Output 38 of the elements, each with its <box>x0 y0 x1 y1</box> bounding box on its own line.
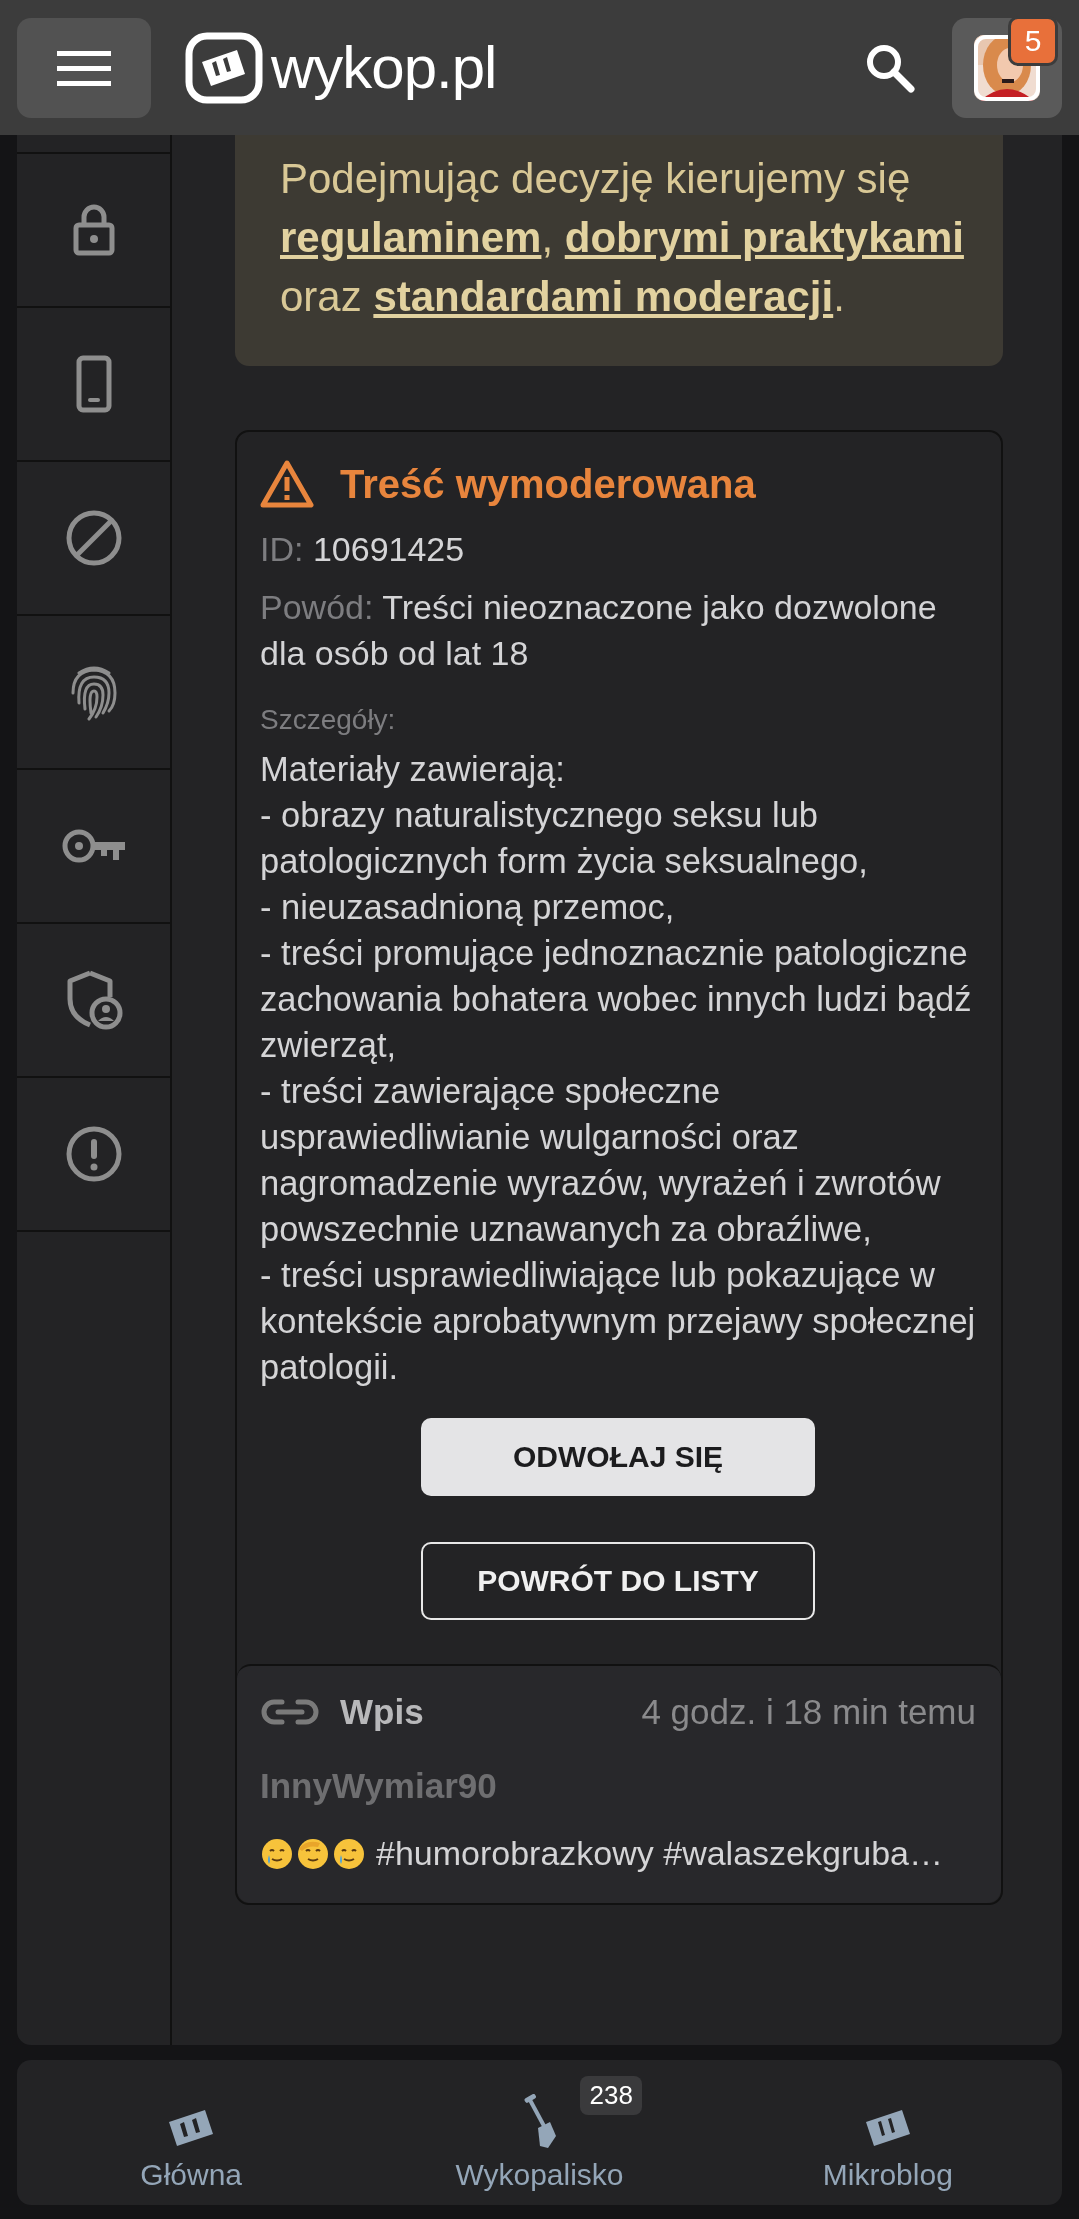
back-button[interactable]: POWRÓT DO LISTY <box>421 1542 815 1620</box>
block-icon <box>64 509 123 567</box>
smiling-face-icon <box>260 1836 294 1871</box>
notification-badge: 5 <box>1008 15 1058 66</box>
entry-card[interactable]: Wpis 4 godz. i 18 min temu InnyWymiar90 #humorobrazkowy #walaszekgruba… <box>237 1664 1001 1903</box>
details-text: - nieuzasadnioną przemoc, <box>260 887 676 928</box>
nav-item[interactable]: Mikroblog <box>737 2073 1038 2192</box>
entry-type: Wpis <box>340 1692 424 1732</box>
details-text: - treści zawierające społeczne usprawiedliwianie wulgarności oraz nagromadzenie wyrazów, wyrażeń i zwrotów powszechnie uznawanych za obraźliwe, <box>260 1071 942 1250</box>
nav-item[interactable]: Główna <box>41 2073 342 2192</box>
entry-time: 4 godz. i 18 min temu <box>641 1692 976 1732</box>
smiling-face-icon <box>332 1836 366 1871</box>
link[interactable]: regulaminem <box>280 214 542 261</box>
details-text: - obrazy naturalistycznego seksu lub patologicznych form życia seksualnego, <box>260 795 869 882</box>
entry-text: #humorobrazkowy #walaszekgruba… <box>376 1834 943 1873</box>
id-line: ID: 10691425 <box>260 529 466 570</box>
details-text: - treści usprawiedliwiające lub pokazujące w kontekście aprobatywnym przejawy społecznej patologii. <box>260 1255 976 1388</box>
details-label: Szczegóły: <box>260 703 397 737</box>
warning-icon <box>260 459 314 509</box>
moderation-note: Podejmując decyzję kierujemy się regulaminem, dobrymi praktykami oraz standardami moderacji. <box>235 135 1003 366</box>
details-text: - treści promujące jednoznacznie patologiczne zachowania bohatera wobec innych ludzi bądź zwierząt, <box>260 933 973 1066</box>
saluting-face-icon <box>296 1836 330 1871</box>
count-badge: 238 <box>580 2075 642 2115</box>
logo-text: wykop.pl <box>271 33 497 102</box>
link[interactable]: standardami moderacji <box>373 273 834 320</box>
logo-icon <box>185 31 263 104</box>
phone-icon <box>74 355 113 413</box>
nav-label: Wykopalisko <box>455 2157 624 2192</box>
card-title: Treść wymoderowana <box>340 461 756 507</box>
link[interactable]: dobrymi praktykami <box>564 214 964 261</box>
menu-button[interactable] <box>17 17 151 118</box>
nav-item[interactable]: 238 Wykopalisko <box>389 2073 690 2192</box>
details-text: Materiały zawierają: <box>260 749 566 790</box>
alert-icon <box>64 1125 123 1183</box>
nav-label: Główna <box>140 2157 242 2192</box>
reason-text: Powód: Treści nieoznaczone jako dozwolone dla osób od lat 18 <box>260 587 938 674</box>
nav-label: Mikroblog <box>822 2157 953 2192</box>
appeal-button[interactable]: ODWOŁAJ SIĘ <box>421 1418 815 1496</box>
